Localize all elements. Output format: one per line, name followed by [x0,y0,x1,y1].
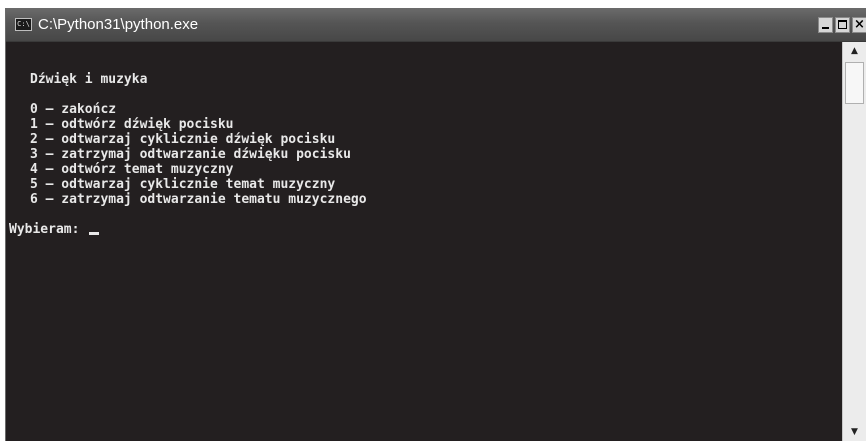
menu-item-6: 6 – zatrzymaj odtwarzanie tematu muzyczn… [30,192,367,207]
menu-item-3: 3 – zatrzymaj odtwarzanie dźwięku pocisk… [30,147,351,162]
menu-heading: Dźwięk i muzyka [30,72,148,87]
minimize-button[interactable] [818,17,833,33]
text-cursor [89,232,100,235]
scroll-thumb[interactable] [845,62,864,104]
menu-item-1: 1 – odtwórz dźwięk pocisku [30,117,234,132]
scroll-up-icon[interactable]: ▲ [843,42,866,60]
console-app-icon[interactable]: C:\ [15,18,32,31]
window-controls: × [818,17,866,35]
input-prompt-line[interactable]: Wybieram: [9,222,100,237]
vertical-scrollbar[interactable]: ▲ ▼ [842,42,866,441]
input-prompt: Wybieram: [9,222,88,237]
close-button[interactable]: × [852,17,866,33]
menu-item-5: 5 – odtwarzaj cyklicznie temat muzyczny [30,177,336,192]
maximize-button[interactable] [835,17,850,33]
window-title: C:\Python31\python.exe [38,16,199,33]
menu-item-4: 4 – odtwórz temat muzyczny [30,162,234,177]
console-output[interactable]: Dźwięk i muzyka 0 – zakończ 1 – odtwórz … [6,42,843,441]
title-bar[interactable]: C:\ C:\Python31\python.exe × [6,8,866,42]
console-window: C:\ C:\Python31\python.exe × Dźwięk i mu… [5,8,866,441]
menu-item-0: 0 – zakończ [30,102,117,117]
menu-item-2: 2 – odtwarzaj cyklicznie dźwięk pocisku [30,132,336,147]
scroll-down-icon[interactable]: ▼ [843,423,866,441]
